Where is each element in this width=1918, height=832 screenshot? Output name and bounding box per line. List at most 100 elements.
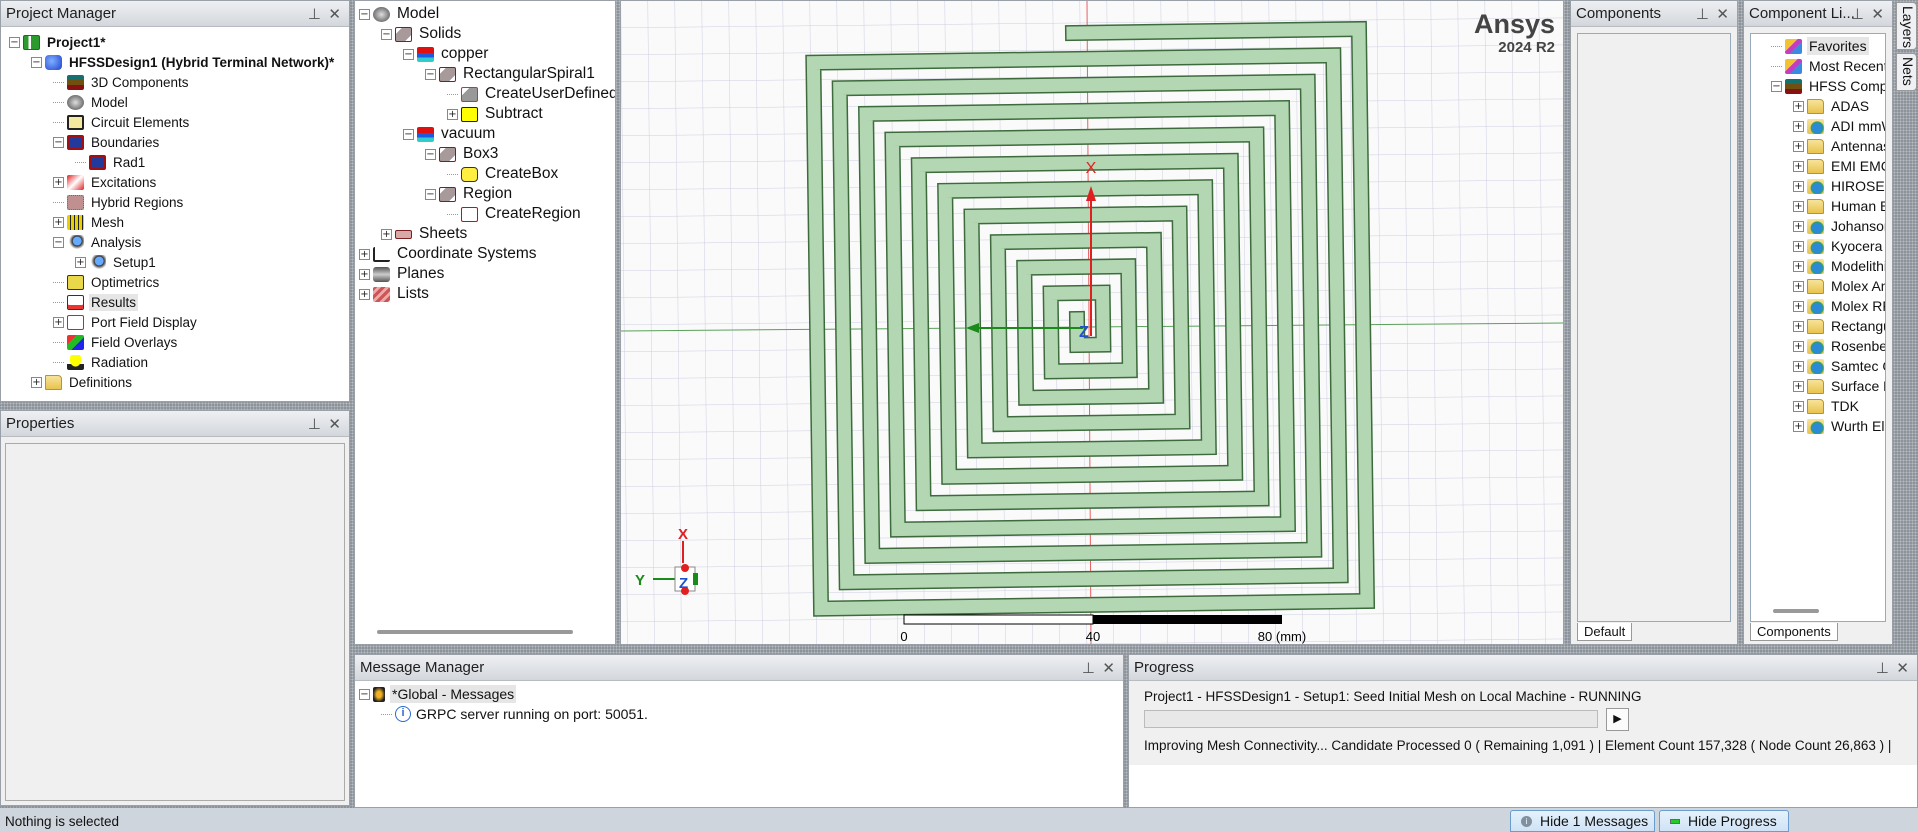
- tree-item[interactable]: − vacuum: [355, 124, 615, 144]
- expand-icon[interactable]: +: [53, 176, 64, 188]
- expand-icon[interactable]: +: [1793, 300, 1804, 312]
- expand-icon[interactable]: +: [447, 108, 458, 120]
- hide-messages-button[interactable]: i Hide 1 Messages: [1510, 810, 1655, 832]
- tree-item[interactable]: + Antennas: [1751, 136, 1885, 156]
- expand-icon[interactable]: +: [53, 216, 64, 228]
- tree-item[interactable]: Favorites: [1751, 36, 1885, 56]
- tree-item[interactable]: + Wurth Elekt: [1751, 416, 1885, 436]
- expand-icon[interactable]: +: [1793, 380, 1804, 392]
- tree-item[interactable]: − Solids: [355, 24, 615, 44]
- tree-item[interactable]: + Johanson: [1751, 216, 1885, 236]
- tree-item[interactable]: + EMI EMC: [1751, 156, 1885, 176]
- tree-item[interactable]: + Rectangula: [1751, 316, 1885, 336]
- close-icon[interactable]: ✕: [1716, 5, 1729, 23]
- expand-icon[interactable]: +: [1793, 180, 1804, 192]
- tree-item[interactable]: CreateRegion: [355, 204, 615, 224]
- tab-default[interactable]: Default: [1577, 623, 1633, 641]
- pin-icon[interactable]: ⊥: [308, 415, 321, 433]
- tree-item[interactable]: + Definitions: [1, 372, 349, 392]
- tree-item[interactable]: Radiation: [1, 352, 349, 372]
- tree-item[interactable]: + ADAS: [1751, 96, 1885, 116]
- expand-icon[interactable]: +: [359, 248, 370, 260]
- tree-item[interactable]: − Project1*: [1, 32, 349, 52]
- collapse-icon[interactable]: −: [1771, 80, 1782, 92]
- tree-item[interactable]: Optimetrics: [1, 272, 349, 292]
- expand-icon[interactable]: +: [1793, 360, 1804, 372]
- tree-item[interactable]: + Rosenberg: [1751, 336, 1885, 356]
- tree-item[interactable]: Field Overlays: [1, 332, 349, 352]
- expand-icon[interactable]: +: [381, 228, 392, 240]
- tree-item[interactable]: 3D Components: [1, 72, 349, 92]
- expand-icon[interactable]: +: [1793, 260, 1804, 272]
- tree-item[interactable]: + Setup1: [1, 252, 349, 272]
- tree-item[interactable]: + Sheets: [355, 224, 615, 244]
- expand-icon[interactable]: +: [31, 376, 42, 388]
- collapse-icon[interactable]: −: [53, 236, 64, 248]
- expand-icon[interactable]: +: [1793, 160, 1804, 172]
- close-icon[interactable]: ✕: [1896, 659, 1909, 677]
- expand-icon[interactable]: +: [1793, 280, 1804, 292]
- pin-icon[interactable]: ⊥: [1082, 659, 1095, 677]
- expand-icon[interactable]: +: [1793, 240, 1804, 252]
- expand-icon[interactable]: +: [1793, 420, 1804, 432]
- tree-item[interactable]: − Region: [355, 184, 615, 204]
- tree-item[interactable]: + Mesh: [1, 212, 349, 232]
- tree-item[interactable]: CreateUserDefined: [355, 84, 615, 104]
- tree-item[interactable]: Rad1: [1, 152, 349, 172]
- side-tab-layers[interactable]: Layers: [1896, 2, 1917, 50]
- message-group[interactable]: − *Global - Messages: [355, 684, 1123, 704]
- tree-item[interactable]: CreateBox: [355, 164, 615, 184]
- tree-item[interactable]: + Subtract: [355, 104, 615, 124]
- tree-item[interactable]: + Modelithics: [1751, 256, 1885, 276]
- tree-item[interactable]: − RectangularSpiral1: [355, 64, 615, 84]
- tree-item[interactable]: Model: [1, 92, 349, 112]
- tree-item[interactable]: + Excitations: [1, 172, 349, 192]
- tree-item[interactable]: + Planes: [355, 264, 615, 284]
- expand-icon[interactable]: +: [1793, 400, 1804, 412]
- collapse-icon[interactable]: −: [381, 28, 392, 40]
- collapse-icon[interactable]: −: [9, 36, 20, 48]
- expand-icon[interactable]: +: [1793, 200, 1804, 212]
- tree-item[interactable]: − copper: [355, 44, 615, 64]
- expand-icon[interactable]: +: [1793, 100, 1804, 112]
- tree-item[interactable]: + Lists: [355, 284, 615, 304]
- collapse-icon[interactable]: −: [53, 136, 64, 148]
- hide-progress-button[interactable]: Hide Progress: [1659, 810, 1789, 832]
- tree-item[interactable]: Results: [1, 292, 349, 312]
- tree-item[interactable]: + Coordinate Systems: [355, 244, 615, 264]
- pin-icon[interactable]: ⊥: [1696, 5, 1709, 23]
- pin-icon[interactable]: ⊥: [308, 5, 321, 23]
- progress-detail-button[interactable]: ▶: [1606, 708, 1629, 731]
- side-tab-nets[interactable]: Nets: [1896, 53, 1917, 91]
- tree-item[interactable]: + TDK: [1751, 396, 1885, 416]
- tree-item[interactable]: − HFSS Compon: [1751, 76, 1885, 96]
- close-icon[interactable]: ✕: [1102, 659, 1115, 677]
- pin-icon[interactable]: ⊥: [1876, 659, 1889, 677]
- collapse-icon[interactable]: −: [403, 48, 414, 60]
- close-icon[interactable]: ✕: [1871, 5, 1884, 23]
- tree-item[interactable]: + Molex Ante: [1751, 276, 1885, 296]
- expand-icon[interactable]: +: [53, 316, 64, 328]
- horizontal-scrollbar[interactable]: [377, 630, 573, 634]
- collapse-icon[interactable]: −: [425, 68, 436, 80]
- tree-item[interactable]: + ADI mmWa: [1751, 116, 1885, 136]
- expand-icon[interactable]: +: [1793, 120, 1804, 132]
- horizontal-scrollbar[interactable]: [1773, 609, 1819, 613]
- tree-item[interactable]: + Port Field Display: [1, 312, 349, 332]
- tree-item[interactable]: + Human Boc: [1751, 196, 1885, 216]
- message-item[interactable]: i GRPC server running on port: 50051.: [355, 704, 1123, 724]
- tree-item[interactable]: − Analysis: [1, 232, 349, 252]
- expand-icon[interactable]: +: [359, 288, 370, 300]
- collapse-icon[interactable]: −: [425, 148, 436, 160]
- tree-item[interactable]: − HFSSDesign1 (Hybrid Terminal Network)*: [1, 52, 349, 72]
- tree-item[interactable]: + Kyocera AV: [1751, 236, 1885, 256]
- close-icon[interactable]: ✕: [328, 415, 341, 433]
- 3d-viewport[interactable]: X Z Ansys 2024 R2 0 40 80 (mm) X Y Z: [620, 0, 1564, 645]
- expand-icon[interactable]: +: [1793, 340, 1804, 352]
- close-icon[interactable]: ✕: [328, 5, 341, 23]
- tree-item[interactable]: Most Recently: [1751, 56, 1885, 76]
- expand-icon[interactable]: +: [1793, 320, 1804, 332]
- collapse-icon[interactable]: −: [359, 8, 370, 20]
- pin-icon[interactable]: ⊥: [1851, 5, 1864, 23]
- expand-icon[interactable]: +: [359, 268, 370, 280]
